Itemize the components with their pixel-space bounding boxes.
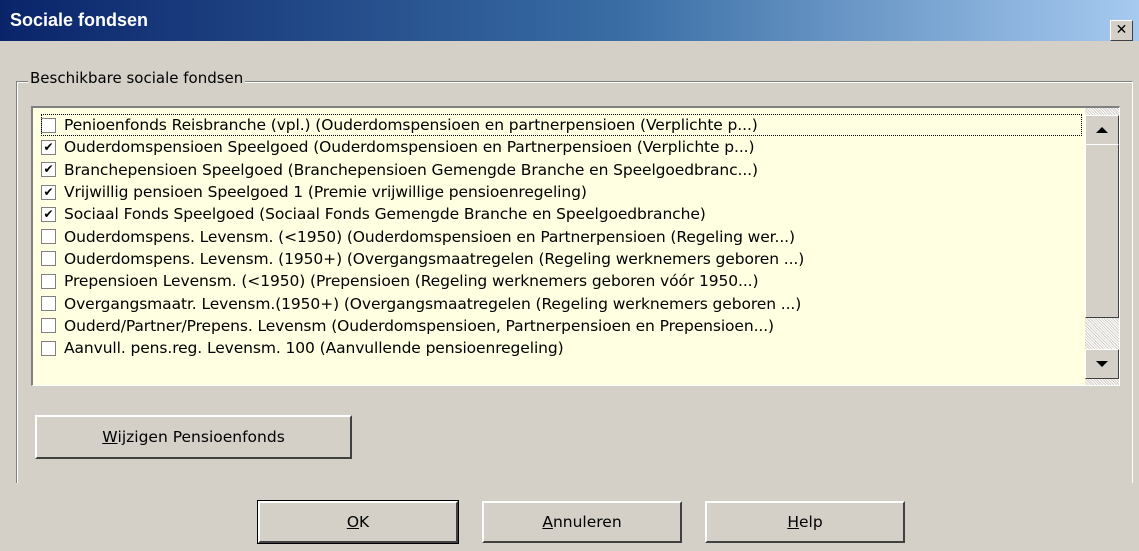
list-item[interactable]: ✔ Vrijwillig pensioen Speelgoed 1 (Premie… <box>41 181 1082 203</box>
list-item[interactable]: ✔ Sociaal Fonds Speelgoed (Sociaal Fonds … <box>41 203 1082 225</box>
list-item-label: Ouderdomspens. Levensm. (1950+) (Overgan… <box>64 249 805 268</box>
checkbox[interactable] <box>41 340 56 356</box>
checkbox[interactable]: ✔ <box>41 184 56 200</box>
list-item-label: Branchepensioen Speelgoed (Branchepensio… <box>64 160 758 179</box>
checkmark-icon: ✔ <box>43 139 54 154</box>
checkbox[interactable] <box>41 251 56 267</box>
button-label: K <box>359 513 370 531</box>
list-item[interactable]: Ouderdomspens. Levensm. (<1950) (Ouderdo… <box>41 225 1082 247</box>
list-item[interactable]: Penioenfonds Reisbranche (vpl.) (Ouderdo… <box>41 114 1082 137</box>
fondsen-checklist[interactable]: Penioenfonds Reisbranche (vpl.) (Ouderdo… <box>31 106 1120 386</box>
list-item-label: Overgangsmaatr. Levensm.(1950+) (Overgan… <box>64 294 802 313</box>
checkbox[interactable] <box>41 318 56 334</box>
window-title: Sociale fondsen <box>10 10 149 30</box>
scroll-thumb[interactable] <box>1085 144 1119 318</box>
checkbox[interactable] <box>41 229 56 245</box>
checkmark-icon: ✔ <box>43 162 54 177</box>
vertical-scrollbar[interactable] <box>1085 108 1119 385</box>
arrow-up-icon <box>1096 127 1108 133</box>
button-label: nnuleren <box>552 513 622 531</box>
close-icon: ✕ <box>1115 22 1128 38</box>
checkmark-icon: ✔ <box>43 206 54 221</box>
list-item-label: Ouderdomspensioen Speelgoed (Ouderdomspe… <box>64 138 755 157</box>
button-label: ijzigen Pensioenfonds <box>117 428 285 446</box>
ok-button[interactable]: OK <box>257 500 459 544</box>
checklist-items: Penioenfonds Reisbranche (vpl.) (Ouderdo… <box>41 114 1082 359</box>
checkmark-icon: ✔ <box>43 184 54 199</box>
list-item[interactable]: Aanvull. pens.reg. Levensm. 100 (Aanvull… <box>41 337 1082 359</box>
list-item-label: Ouderd/Partner/Prepens. Levensm (Ouderdo… <box>64 316 775 335</box>
list-item-label: Prepensioen Levensm. (<1950) (Prepensioe… <box>64 272 759 291</box>
list-item[interactable]: ✔ Branchepensioen Speelgoed (Branchepensi… <box>41 159 1082 181</box>
list-item[interactable]: Ouderdomspens. Levensm. (1950+) (Overgan… <box>41 248 1082 270</box>
list-item-label: Vrijwillig pensioen Speelgoed 1 (Premie … <box>64 183 587 202</box>
list-item-label: Ouderdomspens. Levensm. (<1950) (Ouderdo… <box>64 227 795 246</box>
list-item[interactable]: ✔ Ouderdomspensioen Speelgoed (Ouderdomsp… <box>41 136 1082 158</box>
checkbox[interactable]: ✔ <box>41 206 56 222</box>
mnemonic: H <box>787 513 799 531</box>
mnemonic: W <box>102 428 118 446</box>
mnemonic: O <box>346 513 360 531</box>
list-item-label: Aanvull. pens.reg. Levensm. 100 (Aanvull… <box>64 339 564 358</box>
checkbox[interactable]: ✔ <box>41 162 56 178</box>
checkbox[interactable]: ✔ <box>41 139 56 155</box>
mnemonic: A <box>542 513 553 531</box>
checkbox[interactable] <box>41 296 56 312</box>
list-item[interactable]: Prepensioen Levensm. (<1950) (Prepensioe… <box>41 270 1082 292</box>
group-label: Beschikbare sociale fondsen <box>28 69 246 87</box>
button-label: elp <box>798 513 823 531</box>
list-item-label: Sociaal Fonds Speelgoed (Sociaal Fonds G… <box>64 205 706 224</box>
wijzigen-pensioenfonds-button[interactable]: Wijzigen Pensioenfonds <box>35 415 352 459</box>
title-bar: Sociale fondsen ✕ <box>0 0 1139 41</box>
close-button[interactable]: ✕ <box>1110 20 1133 41</box>
annuleren-button[interactable]: Annuleren <box>482 501 682 543</box>
arrow-down-icon <box>1096 361 1108 367</box>
scroll-down-button[interactable] <box>1085 349 1119 379</box>
checkbox[interactable] <box>41 273 56 289</box>
list-item[interactable]: Ouderd/Partner/Prepens. Levensm (Ouderdo… <box>41 315 1082 337</box>
list-item-label: Penioenfonds Reisbranche (vpl.) (Ouderdo… <box>64 116 758 135</box>
list-item[interactable]: Overgangsmaatr. Levensm.(1950+) (Overgan… <box>41 292 1082 314</box>
checkbox[interactable] <box>41 117 56 133</box>
help-button[interactable]: Help <box>705 501 905 543</box>
scroll-up-button[interactable] <box>1085 115 1119 145</box>
